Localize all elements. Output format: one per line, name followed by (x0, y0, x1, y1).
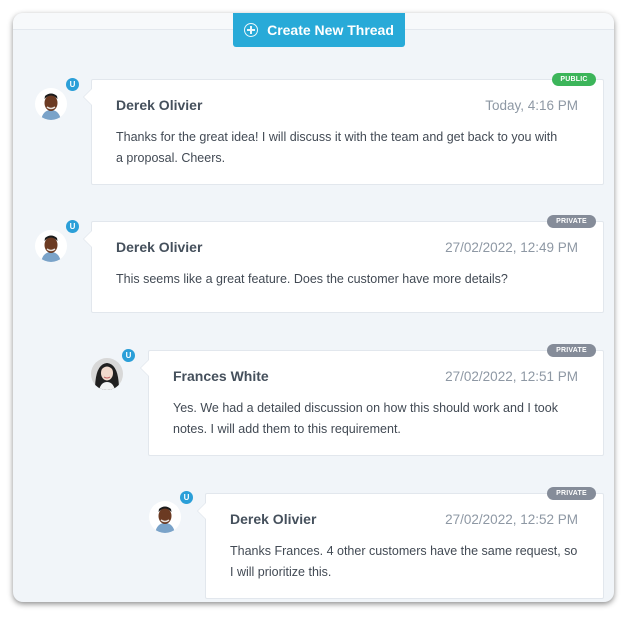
user-badge: U (66, 78, 79, 91)
author-name: Frances White (173, 368, 269, 384)
threads-panel: Create New Thread U PUBLIC Derek Olivier… (13, 13, 614, 602)
user-badge: U (122, 349, 135, 362)
user-badge: U (66, 220, 79, 233)
comment-card: PRIVATE Derek Olivier 27/02/2022, 12:52 … (197, 487, 604, 599)
comment-card: PUBLIC Derek Olivier Today, 4:16 PM Than… (83, 73, 604, 185)
visibility-badge: PRIVATE (547, 344, 596, 357)
timestamp: 27/02/2022, 12:51 PM (445, 369, 578, 384)
timestamp: Today, 4:16 PM (485, 98, 578, 113)
derek-avatar-icon (149, 501, 181, 533)
frances-avatar-icon (91, 358, 123, 390)
avatar (91, 358, 123, 390)
comment-text: Thanks Frances. 4 other customers have t… (230, 544, 578, 579)
author-name: Derek Olivier (230, 511, 317, 527)
timestamp: 27/02/2022, 12:49 PM (445, 240, 578, 255)
avatar (35, 88, 67, 120)
comment-text: This seems like a great feature. Does th… (116, 272, 508, 286)
comment-text: Yes. We had a detailed discussion on how… (173, 401, 558, 436)
avatar (35, 230, 67, 262)
comment-card: PRIVATE Derek Olivier 27/02/2022, 12:49 … (83, 215, 604, 313)
create-new-thread-label: Create New Thread (267, 22, 394, 38)
visibility-badge: PUBLIC (552, 73, 596, 86)
timestamp: 27/02/2022, 12:52 PM (445, 512, 578, 527)
comment-text: Thanks for the great idea! I will discus… (116, 130, 558, 165)
create-new-thread-button[interactable]: Create New Thread (233, 13, 405, 47)
derek-avatar-icon (35, 230, 67, 262)
author-name: Derek Olivier (116, 97, 203, 113)
plus-circle-icon (244, 23, 259, 37)
comment-card: PRIVATE Frances White 27/02/2022, 12:51 … (140, 344, 604, 456)
visibility-badge: PRIVATE (547, 215, 596, 228)
user-badge: U (180, 491, 193, 504)
author-name: Derek Olivier (116, 239, 203, 255)
avatar (149, 501, 181, 533)
visibility-badge: PRIVATE (547, 487, 596, 500)
derek-avatar-icon (35, 88, 67, 120)
